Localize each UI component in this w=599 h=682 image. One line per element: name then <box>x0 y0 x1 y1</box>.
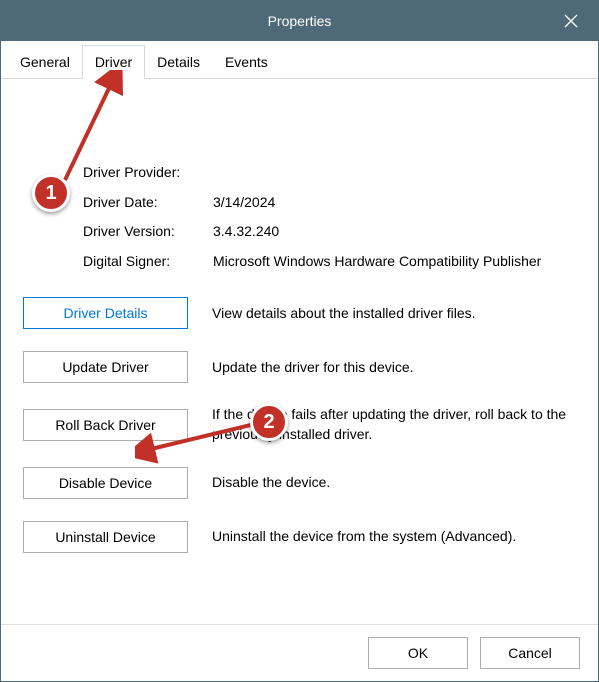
tab-strip: General Driver Details Events <box>1 41 598 79</box>
update-driver-button[interactable]: Update Driver <box>23 351 188 383</box>
driver-date-value: 3/14/2024 <box>213 193 576 213</box>
driver-actions: Driver Details View details about the in… <box>23 297 576 552</box>
digital-signer-value: Microsoft Windows Hardware Compatibility… <box>213 252 576 272</box>
tab-details[interactable]: Details <box>144 45 213 78</box>
driver-provider-value <box>213 163 576 183</box>
dialog-footer: OK Cancel <box>1 624 598 681</box>
driver-version-label: Driver Version: <box>83 222 213 242</box>
uninstall-device-desc: Uninstall the device from the system (Ad… <box>212 527 576 547</box>
tab-events[interactable]: Events <box>212 45 281 78</box>
cancel-button[interactable]: Cancel <box>480 637 580 669</box>
tab-content: Driver Provider: Driver Date: 3/14/2024 … <box>1 79 598 624</box>
driver-version-value: 3.4.32.240 <box>213 222 576 242</box>
digital-signer-label: Digital Signer: <box>83 252 213 272</box>
tab-general[interactable]: General <box>7 45 83 78</box>
ok-button[interactable]: OK <box>368 637 468 669</box>
roll-back-driver-button[interactable]: Roll Back Driver <box>23 409 188 441</box>
driver-details-button[interactable]: Driver Details <box>23 297 188 329</box>
close-button[interactable] <box>544 1 598 41</box>
titlebar: Properties <box>1 1 598 41</box>
window-title: Properties <box>268 13 332 29</box>
annotation-mark-2: 2 <box>250 403 288 441</box>
properties-window: Properties General Driver Details Events… <box>0 0 599 682</box>
driver-details-desc: View details about the installed driver … <box>212 304 576 324</box>
disable-device-button[interactable]: Disable Device <box>23 467 188 499</box>
disable-device-desc: Disable the device. <box>212 473 576 493</box>
close-icon <box>564 14 578 28</box>
annotation-mark-1: 1 <box>32 174 70 212</box>
driver-date-label: Driver Date: <box>83 193 213 213</box>
driver-info-grid: Driver Provider: Driver Date: 3/14/2024 … <box>83 163 576 271</box>
update-driver-desc: Update the driver for this device. <box>212 358 576 378</box>
driver-provider-label: Driver Provider: <box>83 163 213 183</box>
uninstall-device-button[interactable]: Uninstall Device <box>23 521 188 553</box>
tab-driver[interactable]: Driver <box>82 45 145 79</box>
